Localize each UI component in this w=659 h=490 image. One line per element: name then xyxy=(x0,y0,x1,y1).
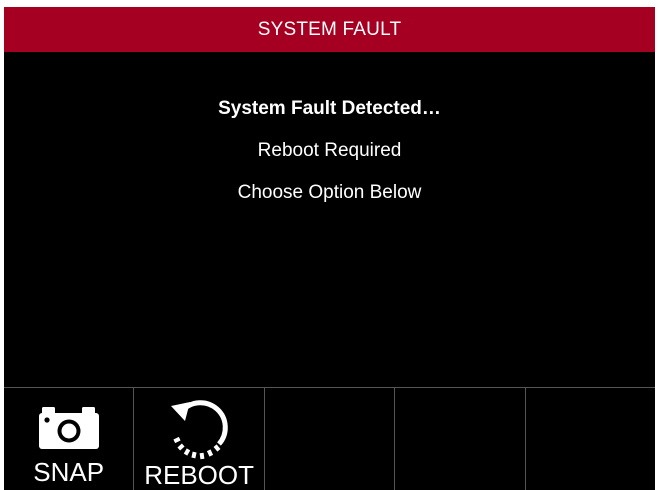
softkey-3[interactable] xyxy=(265,388,396,490)
title-bar: SYSTEM FAULT xyxy=(4,7,655,52)
softkey-4[interactable] xyxy=(395,388,526,490)
snap-button[interactable]: SNAP xyxy=(4,388,135,490)
reboot-icon xyxy=(171,400,228,460)
fault-instruction: Choose Option Below xyxy=(237,182,422,203)
screen-title: SYSTEM FAULT xyxy=(257,18,402,40)
device-screen: SYSTEM FAULT System Fault Detected… Rebo… xyxy=(4,7,655,490)
reboot-label: REBOOT xyxy=(144,460,254,490)
fault-subtitle: Reboot Required xyxy=(257,140,402,161)
fault-headline: System Fault Detected… xyxy=(218,98,441,119)
softkey-bar: SNAP REBOOT xyxy=(4,387,655,490)
softkey-5[interactable] xyxy=(526,388,655,490)
snap-label: SNAP xyxy=(33,457,105,487)
reboot-button[interactable]: REBOOT xyxy=(134,388,265,490)
fault-message: System Fault Detected… Reboot Required C… xyxy=(4,95,655,221)
camera-icon xyxy=(38,407,99,449)
